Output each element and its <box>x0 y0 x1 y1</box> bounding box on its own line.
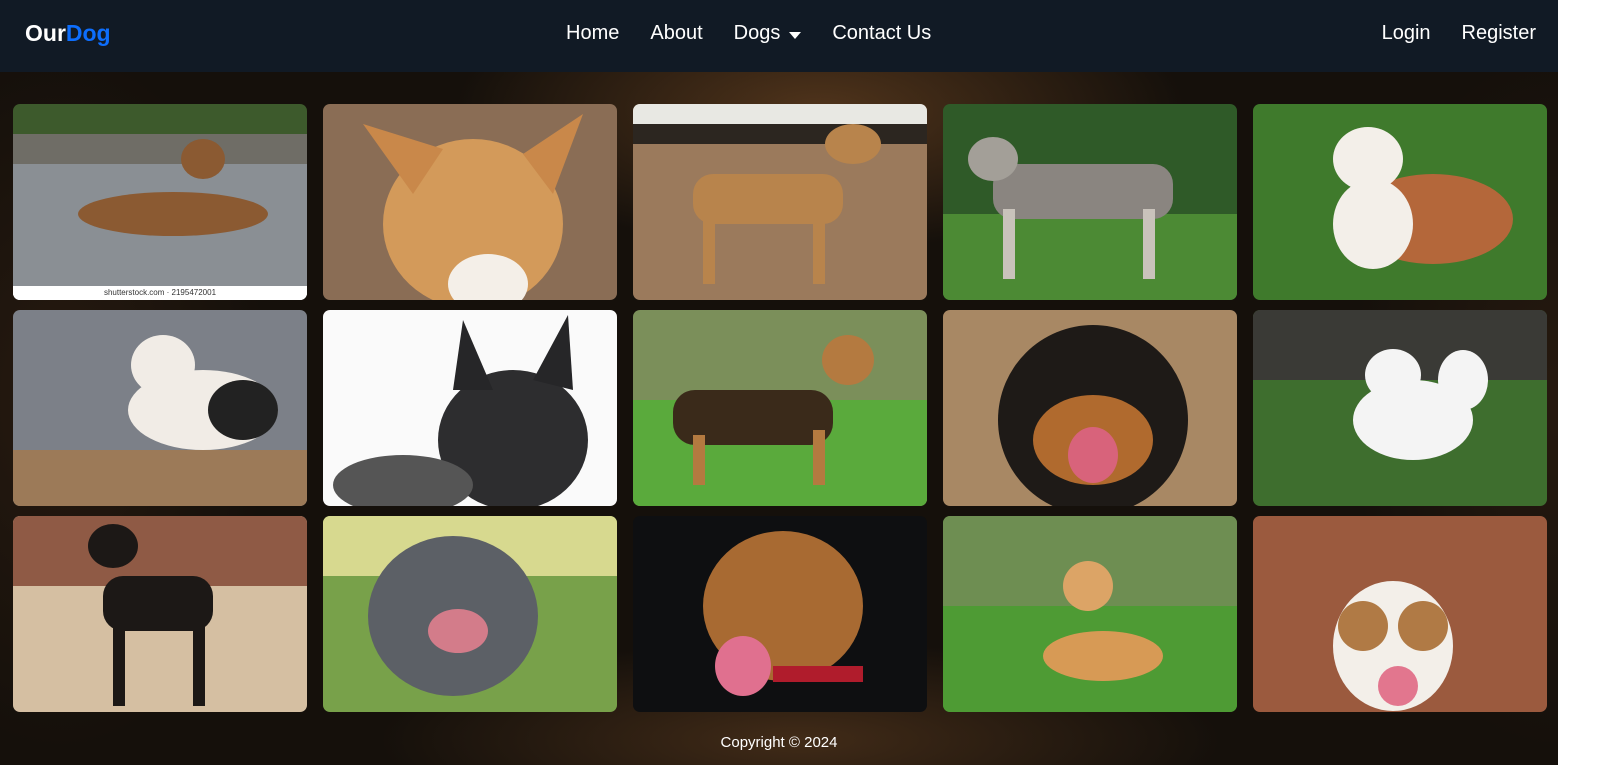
dog-photo-white-spitz-running[interactable] <box>1253 310 1547 506</box>
dog-photo-german-shepherd-on-grass[interactable] <box>633 310 927 506</box>
dog-photo-tan-white-dog-closeup[interactable] <box>323 104 617 300</box>
register-link[interactable]: Register <box>1462 22 1536 45</box>
brand-logo[interactable]: OurDog <box>25 20 111 47</box>
dog-photo-grey-cane-corso[interactable] <box>323 516 617 712</box>
page-scrollbar-track[interactable] <box>1558 0 1598 765</box>
dog-photo-english-bulldog[interactable] <box>1253 104 1547 300</box>
dog-photo-brown-white-dog-brick-wall[interactable] <box>1253 516 1547 712</box>
navbar: OurDog Home About Dogs Contact Us Login … <box>0 0 1558 72</box>
dog-photo-black-german-shepherd[interactable] <box>323 310 617 506</box>
dog-photo-tan-dog-on-leash[interactable] <box>633 104 927 300</box>
dog-photo-brown-dog-lying-on-road[interactable]: shutterstock.com · 2195472001 <box>13 104 307 300</box>
login-link[interactable]: Login <box>1382 22 1431 45</box>
nav-contact-link[interactable]: Contact Us <box>832 22 931 45</box>
dog-photo-black-tan-mixed-dog[interactable] <box>633 516 927 712</box>
caret-down-icon <box>789 31 802 39</box>
dog-photo-rottweiler-standing[interactable] <box>13 516 307 712</box>
nav-dogs-label: Dogs <box>733 22 781 44</box>
dog-photo-black-white-american-bulldog[interactable] <box>13 310 307 506</box>
footer-copyright: Copyright © 2024 <box>720 734 838 751</box>
dog-photo-wolfdog-standing[interactable] <box>943 104 1237 300</box>
dog-photo-image <box>13 104 307 300</box>
auth-nav: Login Register <box>1351 22 1536 45</box>
dog-photo-shiba-inu-on-grass[interactable] <box>943 516 1237 712</box>
photo-watermark: shutterstock.com · 2195472001 <box>13 286 307 300</box>
dog-gallery: shutterstock.com · 2195472001 <box>13 104 1547 712</box>
brand-part-our: Our <box>25 20 66 46</box>
nav-home-link[interactable]: Home <box>566 22 619 45</box>
nav-dogs-dropdown[interactable]: Dogs <box>734 22 802 45</box>
nav-about-link[interactable]: About <box>650 22 702 45</box>
main-nav: Home About Dogs Contact Us <box>566 22 962 45</box>
brand-part-dog: Dog <box>65 20 111 46</box>
dog-photo-rottweiler-closeup[interactable] <box>943 310 1237 506</box>
